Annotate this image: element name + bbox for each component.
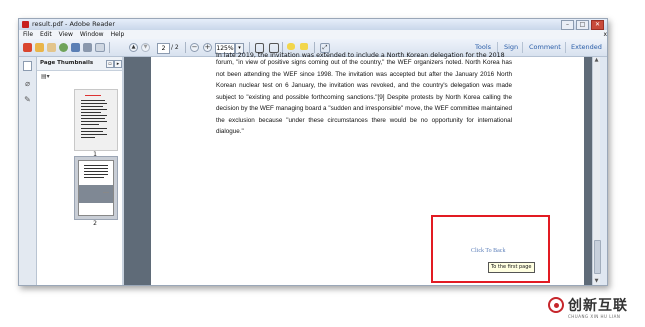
panel-title: Page Thumbnails [40,60,94,66]
thumbnail-text-line [84,174,108,175]
thumbnail-text-line [81,121,107,122]
minimize-button[interactable]: – [561,20,574,30]
open-icon[interactable] [35,43,44,52]
toolbar-separator [522,42,523,53]
menu-help[interactable]: Help [111,30,125,39]
red-highlight-box [431,215,550,283]
prev-page-icon[interactable]: ▲ [129,43,138,52]
scrollbar-thumb[interactable] [594,240,601,274]
watermark-logo: 创新互联 CHUANG XIN HU LIAN [548,294,645,324]
menu-edit[interactable]: Edit [40,30,52,39]
thumbnail-text-line [81,106,103,107]
thumbnail-text-line [81,100,105,101]
zoom-out-icon[interactable]: − [190,43,199,52]
cloud-icon[interactable] [59,43,68,52]
watermark-text: 创新互联 [568,298,628,314]
print-icon[interactable] [83,43,92,52]
menu-bar: File Edit View Window Help x [19,30,607,39]
scroll-down-icon[interactable]: ▼ [593,278,600,285]
panel-collapse-icon[interactable]: ▫ [106,60,114,68]
thumbnail-page-2-sheet [78,160,114,216]
document-close-icon[interactable]: x [603,30,607,39]
thumbnail-text-line [103,192,109,193]
page-total: / 2 [171,44,179,51]
thumbnails-panel: Page Thumbnails ▫ ▸ ▤▾ 1 2 [37,57,123,285]
toolbar-separator [109,42,110,53]
scroll-up-icon[interactable]: ▲ [593,57,600,64]
comment-icon[interactable] [287,43,295,50]
logo-circle-icon [548,297,564,313]
page-number-input[interactable]: 2 [157,43,170,54]
thumbnail-text-line [81,128,107,129]
maximize-button[interactable]: □ [576,20,589,30]
save-icon[interactable] [71,43,80,52]
comment-pane-link[interactable]: Comment [529,43,561,52]
create-pdf-icon[interactable] [23,43,32,52]
signatures-icon[interactable]: ✎ [23,95,32,104]
page-thumbnails-icon[interactable] [23,61,32,71]
window-title: result.pdf - Adobe Reader [32,20,116,28]
thumbnail-text-line [81,103,107,104]
thumbnail-text-line [81,112,101,113]
navigation-rail: ⌀ ✎ [19,57,37,285]
menu-view[interactable]: View [59,30,73,39]
attachments-icon[interactable]: ⌀ [23,79,32,88]
thumbnail-page-2[interactable] [74,156,118,220]
thumbnail-text-line [81,137,95,138]
page-paragraph: forum, "in view of positive signs coming… [216,59,512,135]
title-bar: result.pdf - Adobe Reader – □ ✕ [19,19,607,30]
watermark-subtext: CHUANG XIN HU LIAN [568,314,621,319]
panel-close-icon[interactable]: ▸ [114,60,122,68]
thumbnail-text-line [81,115,107,116]
thumbnail-text-line [84,168,108,169]
close-button[interactable]: ✕ [591,20,604,30]
extended-pane-link[interactable]: Extended [571,43,602,52]
menu-window[interactable]: Window [80,30,104,39]
thumbnail-options-icon[interactable]: ▤▾ [41,73,53,81]
thumbnail-text-line [81,131,103,132]
adobe-reader-icon [22,21,29,28]
thumbnail-label-2: 2 [93,220,97,227]
highlight-icon[interactable] [300,43,308,50]
page-text: forum, "in view of positive signs coming… [216,57,512,138]
thumbnail-red-line [85,95,101,96]
document-scrollbar[interactable]: ▲ ▼ [592,57,601,285]
thumbnail-selection-band [79,185,113,203]
menu-file[interactable]: File [23,30,33,39]
toolbar-separator [565,42,566,53]
thumbnail-text-line [81,109,107,110]
thumbnail-text-line [81,118,105,119]
panel-header: Page Thumbnails ▫ ▸ [37,57,122,71]
window-controls: – □ ✕ [561,20,604,30]
thumbnail-text-line [84,177,104,178]
edit-icon[interactable] [47,43,56,52]
thumbnail-text-line [84,165,108,166]
zoom-in-icon[interactable]: + [203,43,212,52]
next-page-icon[interactable]: ▼ [141,43,150,52]
thumbnail-page-1[interactable] [74,89,118,151]
email-icon[interactable] [95,43,105,52]
thumbnail-text-line [81,124,99,125]
toolbar-separator [185,42,186,53]
thumbnail-text-line [84,171,108,172]
thumbnail-text-line [81,134,107,135]
thumbnail-list: 1 2 [37,83,122,283]
